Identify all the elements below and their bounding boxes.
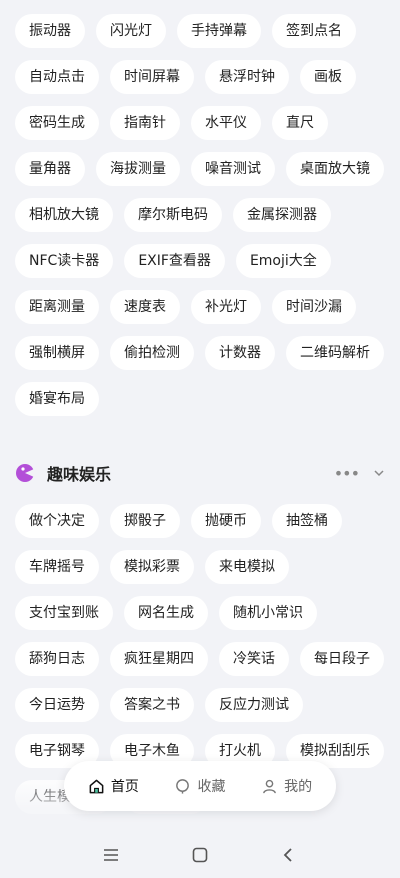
fun-section-icon xyxy=(16,464,34,482)
tool-chip[interactable]: 相机放大镜 xyxy=(15,198,113,232)
tool-chip[interactable]: Emoji大全 xyxy=(235,244,331,278)
tool-chip[interactable]: 画板 xyxy=(300,60,356,94)
fun-chip[interactable]: 抽签桶 xyxy=(272,504,342,538)
tool-chip[interactable]: 距离测量 xyxy=(15,290,99,324)
tool-chip[interactable]: 振动器 xyxy=(15,14,85,48)
tool-chip[interactable]: 桌面放大镜 xyxy=(286,152,384,186)
tool-chip[interactable]: 摩尔斯电码 xyxy=(124,198,222,232)
user-icon xyxy=(263,779,277,793)
fun-chip[interactable]: 车牌摇号 xyxy=(15,550,99,584)
tool-chip[interactable]: 闪光灯 xyxy=(96,14,166,48)
back-icon xyxy=(283,848,292,862)
square-icon xyxy=(192,847,208,863)
back-nav-button[interactable] xyxy=(273,840,303,870)
fun-chip[interactable]: 舔狗日志 xyxy=(15,642,99,676)
fun-chip[interactable]: 网名生成 xyxy=(124,596,208,630)
tool-chip[interactable]: 强制横屏 xyxy=(15,336,99,370)
tool-chip[interactable]: 计数器 xyxy=(205,336,275,370)
tab-favorites-label: 收藏 xyxy=(197,779,226,795)
bottom-tab-bar: 首页 收藏 我的 xyxy=(64,761,336,811)
tool-chip[interactable]: 直尺 xyxy=(272,106,328,140)
tools-chip-list: 振动器 闪光灯 手持弹幕 签到点名自动点击 时间屏幕 悬浮时钟 画板密码生成 指南针 水平仪 直尺… xyxy=(15,14,385,416)
more-icon[interactable]: ••• xyxy=(334,464,360,483)
tool-chip[interactable]: 时间沙漏 xyxy=(272,290,356,324)
tool-chip[interactable]: 指南针 xyxy=(110,106,180,140)
fun-chip[interactable]: 疯狂星期四 xyxy=(110,642,208,676)
favorites-icon xyxy=(176,778,190,794)
tool-chip[interactable]: 二维码解析 xyxy=(286,336,384,370)
tab-home-label: 首页 xyxy=(110,779,139,795)
tool-chip[interactable]: 自动点击 xyxy=(15,60,99,94)
tool-chip[interactable]: 噪音测试 xyxy=(191,152,275,186)
home-nav-button[interactable] xyxy=(185,840,215,870)
menu-nav-button[interactable] xyxy=(96,840,126,870)
fun-chip[interactable]: 每日段子 xyxy=(300,642,384,676)
tool-chip[interactable]: 补光灯 xyxy=(191,290,261,324)
system-nav-bar xyxy=(0,840,400,870)
tool-chip[interactable]: NFC读卡器 xyxy=(15,244,114,278)
tool-chip[interactable]: 偷拍检测 xyxy=(110,336,194,370)
tool-chip[interactable]: 密码生成 xyxy=(15,106,99,140)
chevron-down-icon[interactable] xyxy=(373,467,385,479)
fun-chip[interactable]: 模拟彩票 xyxy=(110,550,194,584)
tab-mine[interactable]: 我的 xyxy=(249,767,324,805)
fun-chip[interactable]: 支付宝到账 xyxy=(15,596,113,630)
tool-chip[interactable]: 时间屏幕 xyxy=(110,60,194,94)
fun-chip[interactable]: 答案之书 xyxy=(110,688,194,722)
fun-chip[interactable]: 今日运势 xyxy=(15,688,99,722)
tool-chip[interactable]: 速度表 xyxy=(110,290,180,324)
fun-chip[interactable]: 来电模拟 xyxy=(205,550,289,584)
tab-mine-label: 我的 xyxy=(284,779,313,795)
menu-icon xyxy=(104,849,118,861)
fun-section-title: 趣味娱乐 xyxy=(47,465,112,484)
fun-chip[interactable]: 反应力测试 xyxy=(205,688,303,722)
fun-chip[interactable]: 冷笑话 xyxy=(219,642,289,676)
fun-chip[interactable]: 掷骰子 xyxy=(110,504,180,538)
tab-home[interactable]: 首页 xyxy=(76,767,151,805)
fun-section-header: 趣味娱乐 ••• xyxy=(15,456,385,490)
home-icon xyxy=(89,779,104,793)
tool-chip[interactable]: 量角器 xyxy=(15,152,85,186)
fun-chip[interactable]: 随机小常识 xyxy=(219,596,317,630)
tool-chip[interactable]: 婚宴布局 xyxy=(15,382,99,416)
tool-chip[interactable]: EXIF查看器 xyxy=(124,244,225,278)
tool-chip[interactable]: 水平仪 xyxy=(191,106,261,140)
tab-favorites[interactable]: 收藏 xyxy=(162,767,237,805)
tool-chip[interactable]: 金属探测器 xyxy=(233,198,331,232)
tool-chip[interactable]: 悬浮时钟 xyxy=(205,60,289,94)
tool-chip[interactable]: 签到点名 xyxy=(272,14,356,48)
tool-chip[interactable]: 手持弹幕 xyxy=(177,14,261,48)
fun-chip[interactable]: 抛硬币 xyxy=(191,504,261,538)
fun-chip[interactable]: 做个决定 xyxy=(15,504,99,538)
tool-chip[interactable]: 海拔测量 xyxy=(96,152,180,186)
